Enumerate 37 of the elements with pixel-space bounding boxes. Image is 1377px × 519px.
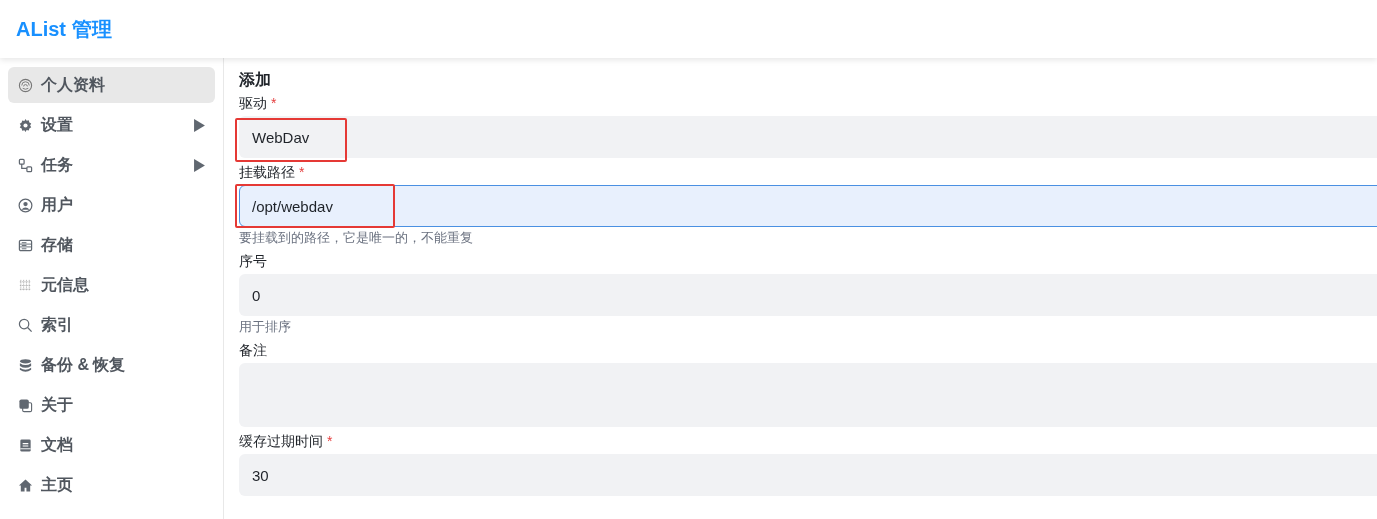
field-label: 备注 [239, 342, 267, 360]
fingerprint-icon [18, 77, 33, 93]
required-mark: * [271, 95, 277, 113]
sidebar-item[interactable]: 索引 [8, 307, 215, 343]
field-label: 驱动 [239, 95, 267, 113]
search-icon [18, 317, 33, 333]
field-label: 挂载路径 [239, 164, 295, 182]
select-field[interactable]: WebDav [239, 116, 1377, 158]
form-title: 添加 [239, 70, 272, 90]
sidebar-item[interactable]: 元信息 [8, 267, 215, 303]
sidebar-item[interactable]: 关于 [8, 387, 215, 423]
sidebar-item[interactable]: 用户 [8, 187, 215, 223]
help-text: 用于排序 [239, 318, 292, 336]
database-icon [18, 357, 33, 373]
sidebar-item[interactable]: 设置 [8, 107, 215, 143]
flow-icon [18, 157, 33, 173]
sidebar-item[interactable]: 文档 [8, 427, 215, 463]
sidebar-item[interactable]: 备份 & 恢复 [8, 347, 215, 383]
storage-icon [18, 237, 33, 253]
home-icon [18, 477, 33, 493]
grid-icon [18, 277, 33, 293]
help-text: 要挂载到的路径，它是唯一的，不能重复 [239, 229, 474, 247]
input-field[interactable]: /opt/webdav [239, 185, 1377, 227]
sidebar-item[interactable]: 存储 [8, 227, 215, 263]
input-field[interactable]: 0 [239, 274, 1377, 316]
gear-icon [18, 117, 33, 133]
required-mark: * [299, 164, 305, 182]
required-mark: * [327, 433, 333, 451]
sidebar-item[interactable]: 任务 [8, 147, 215, 183]
field-label: 序号 [239, 253, 267, 271]
user-icon [18, 197, 33, 213]
book-icon [18, 437, 33, 453]
sidebar-item[interactable]: 个人资料 [8, 67, 215, 103]
sidebar-item[interactable]: 主页 [8, 467, 215, 503]
copy-icon [18, 397, 33, 413]
field-label: 缓存过期时间 [239, 433, 323, 451]
input-field[interactable]: 30 [239, 454, 1377, 496]
